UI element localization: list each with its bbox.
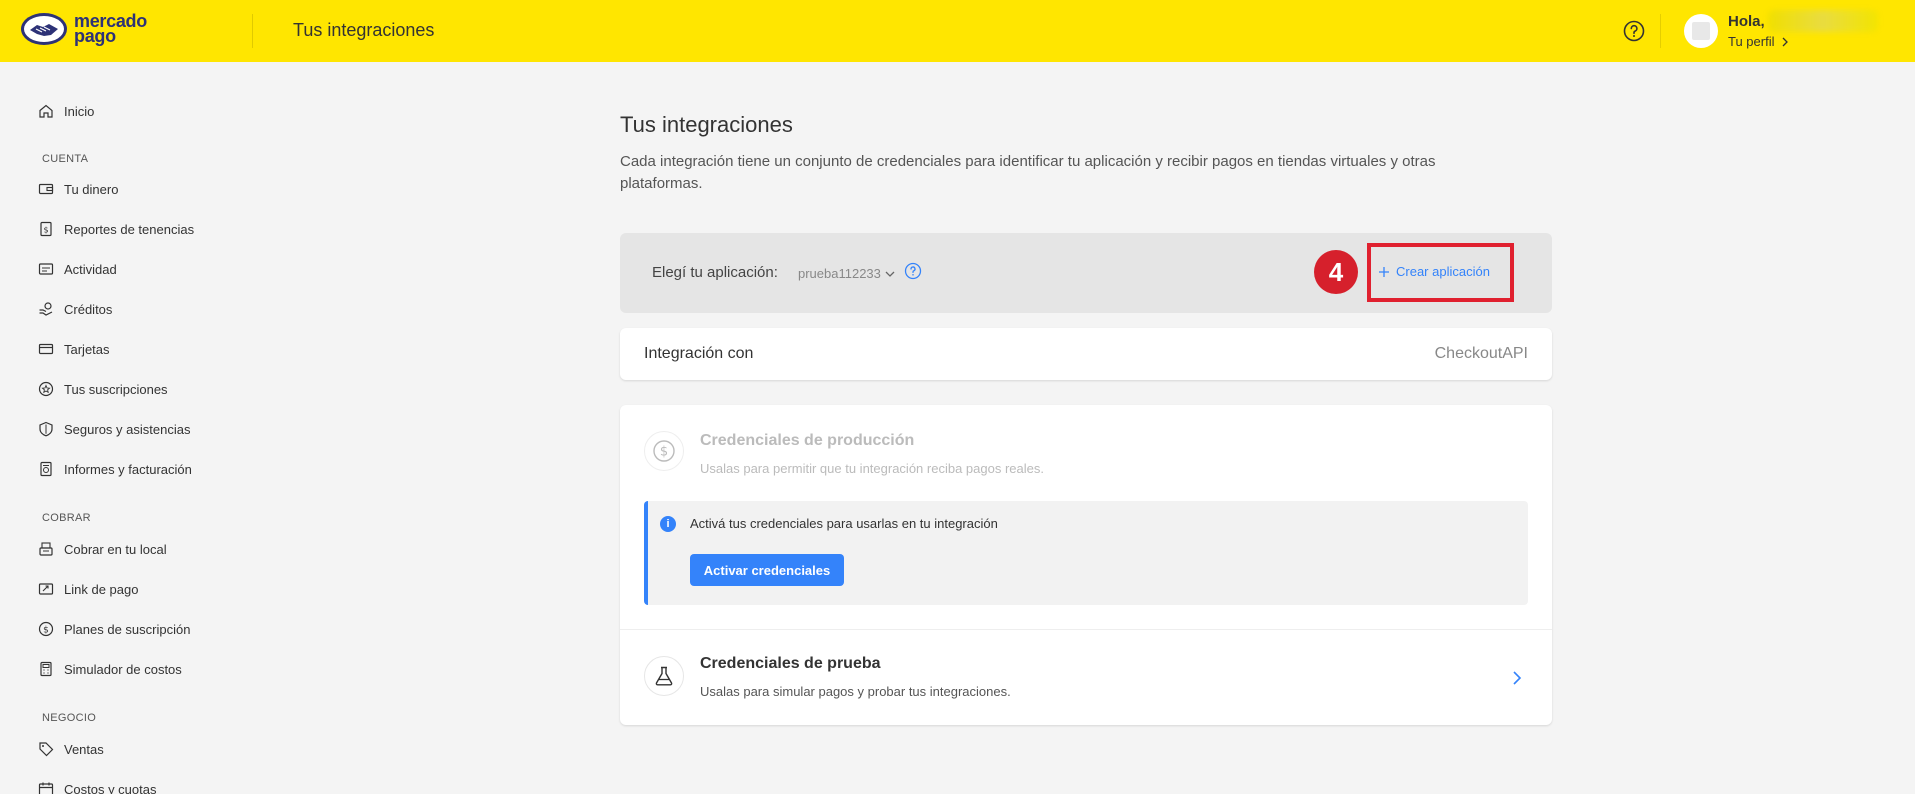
test-credentials-title[interactable]: Credenciales de prueba	[700, 655, 881, 673]
profile-link[interactable]: Tu perfil	[1728, 34, 1789, 49]
create-app-button[interactable]: Crear aplicación	[1378, 264, 1490, 279]
production-credentials-icon-wrap: $	[644, 431, 684, 471]
sidebar-item-planes[interactable]: $ Planes de suscripción	[38, 618, 190, 640]
payment-link-icon	[38, 583, 54, 595]
brand-line-2: pago	[74, 26, 116, 46]
sidebar-item-label: Cobrar en tu local	[64, 541, 167, 557]
wallet-icon	[38, 183, 54, 195]
invoice-icon	[40, 461, 52, 477]
credits-icon	[39, 302, 53, 316]
sidebar-item-link-pago[interactable]: Link de pago	[38, 578, 138, 600]
app-selector-label: Elegí tu aplicación:	[652, 264, 778, 281]
credentials-card: $ Credenciales de producción Usalas para…	[620, 405, 1552, 725]
avatar[interactable]	[1684, 14, 1718, 48]
notice-text: Activá tus credenciales para usarlas en …	[690, 516, 998, 531]
profile-link-label: Tu perfil	[1728, 34, 1775, 49]
handshake-logo-icon	[21, 13, 67, 45]
activation-notice: i Activá tus credenciales para usarlas e…	[644, 501, 1528, 605]
sidebar-item-seguros[interactable]: Seguros y asistencias	[38, 418, 190, 440]
plus-icon	[1379, 266, 1389, 277]
sidebar-item-reportes[interactable]: $ Reportes de tenencias	[38, 218, 194, 240]
sidebar-item-tarjetas[interactable]: Tarjetas	[38, 338, 110, 360]
mercado-pago-logo[interactable]: mercado pago	[20, 12, 147, 46]
subscription-star-icon	[38, 381, 54, 397]
activate-credentials-button[interactable]: Activar credenciales	[690, 554, 844, 586]
sidebar-item-label: Tus suscripciones	[64, 381, 168, 397]
sidebar-item-label: Costos y cuotas	[64, 781, 157, 794]
sidebar-item-actividad[interactable]: Actividad	[38, 258, 117, 280]
page-description: Cada integración tiene un conjunto de cr…	[620, 153, 1436, 192]
sidebar-item-label: Link de pago	[64, 581, 139, 597]
sidebar-item-ventas[interactable]: Ventas	[38, 738, 104, 760]
chevron-right-icon[interactable]	[1510, 670, 1524, 686]
svg-text:$: $	[43, 226, 48, 235]
section-cuenta: CUENTA	[42, 153, 89, 165]
calendar-icon	[38, 782, 54, 794]
sidebar-item-tu-dinero[interactable]: Tu dinero	[38, 178, 118, 200]
section-cobrar: COBRAR	[42, 512, 91, 524]
header-divider	[252, 14, 253, 48]
sidebar-item-suscripciones[interactable]: Tus suscripciones	[38, 378, 168, 400]
sidebar-item-label: Simulador de costos	[64, 661, 182, 677]
section-negocio: NEGOCIO	[42, 712, 97, 724]
dollar-circle-icon: $	[653, 440, 675, 462]
step-number-badge: 4	[1314, 250, 1358, 294]
sidebar-item-label: Tarjetas	[64, 341, 110, 357]
svg-text:$: $	[43, 626, 49, 636]
info-icon: i	[660, 516, 676, 532]
page-title: Tus integraciones	[620, 112, 793, 137]
svg-text:$: $	[660, 445, 668, 460]
top-header: mercado pago Tus integraciones Hola, Tu …	[0, 0, 1915, 62]
calculator-icon	[40, 661, 52, 677]
sidebar-item-inicio[interactable]: Inicio	[38, 100, 94, 122]
header-title: Tus integraciones	[293, 20, 435, 40]
production-credentials-subtitle: Usalas para permitir que tu integración …	[700, 461, 1044, 476]
header-divider-right	[1660, 14, 1661, 48]
sidebar-item-label: Inicio	[64, 103, 95, 119]
sidebar-item-label: Informes y facturación	[64, 461, 192, 477]
question-circle-icon[interactable]	[904, 262, 922, 280]
help-icon[interactable]	[1622, 19, 1646, 43]
flask-icon	[655, 666, 673, 686]
chevron-right-icon	[1783, 37, 1789, 46]
avatar-placeholder	[1692, 22, 1710, 40]
greeting: Hola,	[1728, 13, 1765, 30]
sidebar-item-label: Actividad	[64, 261, 117, 277]
sidebar-item-costos[interactable]: Costos y cuotas	[38, 778, 157, 794]
blurred-user-name	[1768, 10, 1878, 32]
app-select-value: prueba112233	[798, 266, 881, 281]
sidebar-item-label: Reportes de tenencias	[64, 221, 195, 237]
activity-icon	[38, 263, 54, 275]
chevron-down-icon	[885, 271, 895, 277]
sidebar-item-label: Créditos	[64, 301, 113, 317]
sidebar-item-label: Seguros y asistencias	[64, 421, 191, 437]
sidebar-item-simulador[interactable]: Simulador de costos	[38, 658, 182, 680]
integration-card: Integración con CheckoutAPI	[620, 328, 1552, 380]
app-select-dropdown[interactable]: prueba112233	[798, 266, 895, 281]
sidebar-item-label: Ventas	[64, 741, 104, 757]
app-selector-bar: Elegí tu aplicación: prueba112233 4 Crea…	[620, 233, 1552, 313]
sidebar-item-cobrar-local[interactable]: Cobrar en tu local	[38, 538, 167, 560]
integration-label: Integración con	[644, 345, 754, 362]
shield-icon	[39, 421, 53, 437]
sidebar-item-label: Tu dinero	[64, 181, 119, 197]
point-of-sale-icon	[39, 542, 53, 556]
create-app-label: Crear aplicación	[1396, 264, 1490, 279]
card-divider	[620, 629, 1552, 630]
sidebar: Inicio CUENTA Tu dinero $ Reportes de te…	[0, 62, 260, 794]
report-dollar-icon: $	[40, 221, 52, 237]
integration-value: CheckoutAPI	[1434, 345, 1528, 362]
production-credentials-title: Credenciales de producción	[700, 432, 915, 449]
sidebar-item-creditos[interactable]: Créditos	[38, 298, 112, 320]
brand-name: mercado pago	[74, 12, 147, 46]
home-icon	[39, 104, 53, 118]
tag-icon	[39, 742, 54, 757]
sidebar-item-label: Planes de suscripción	[64, 621, 191, 637]
test-credentials-subtitle: Usalas para simular pagos y probar tus i…	[700, 684, 1011, 699]
test-credentials-icon-wrap	[644, 656, 684, 696]
sidebar-item-informes[interactable]: Informes y facturación	[38, 458, 192, 480]
card-icon	[38, 343, 54, 355]
dollar-circle-icon: $	[38, 621, 54, 637]
